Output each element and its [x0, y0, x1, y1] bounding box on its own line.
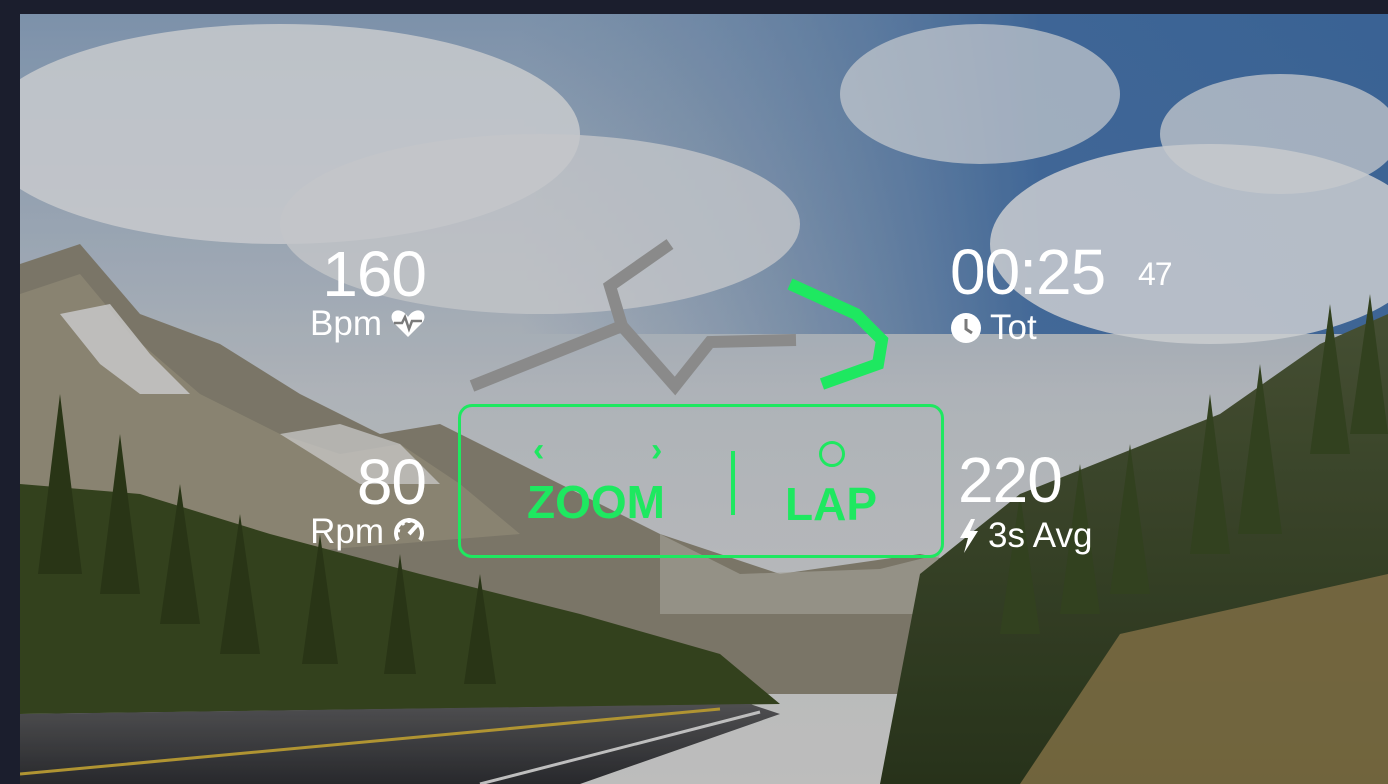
heart-rate-label-row: Bpm [280, 306, 426, 342]
power-value: 220 [958, 444, 1063, 516]
zoom-out-chevron-icon[interactable]: ‹ [533, 433, 544, 467]
power-label-row: 3s Avg [958, 518, 1198, 554]
heart-rate-value: 160 [322, 238, 427, 310]
cadence-widget: 80 Rpm [280, 446, 427, 550]
timer-label: Tot [990, 308, 1037, 347]
control-divider [731, 451, 735, 515]
cadence-label-row: Rpm [280, 514, 426, 550]
route-map [469, 239, 889, 396]
timer-fraction: 47 [1138, 256, 1173, 292]
cadence-gauge-icon [392, 516, 426, 548]
route-remaining-branch [617, 322, 797, 396]
heart-rate-unit: Bpm [310, 304, 382, 343]
zoom-in-chevron-icon[interactable]: › [651, 433, 662, 467]
zoom-lap-control-box: ‹ › ZOOM LAP [458, 404, 944, 558]
clock-icon [950, 312, 982, 344]
lap-button-label[interactable]: LAP [785, 481, 877, 527]
route-completed-path [787, 278, 889, 390]
power-widget: 220 3s Avg [958, 448, 1198, 554]
route-remaining-path [469, 239, 674, 392]
timer-row: 00:25 47 [950, 240, 1173, 304]
heart-rate-widget: 160 Bpm [280, 238, 427, 342]
timer-value: 00:25 [950, 236, 1106, 308]
zoom-button-label[interactable]: ZOOM [527, 479, 665, 525]
cadence-unit: Rpm [310, 512, 384, 551]
power-label: 3s Avg [988, 516, 1093, 555]
timer-label-row: Tot [950, 310, 1210, 346]
timer-widget: 00:25 47 Tot [950, 240, 1210, 346]
heart-pulse-icon [390, 309, 426, 339]
hud-screen: 160 Bpm 80 Rpm 00:25 47 Tot 220 3s Avg ‹… [20, 14, 1388, 784]
cadence-value: 80 [356, 446, 427, 518]
lightning-icon [958, 519, 980, 553]
lap-circle-icon[interactable] [819, 441, 845, 467]
